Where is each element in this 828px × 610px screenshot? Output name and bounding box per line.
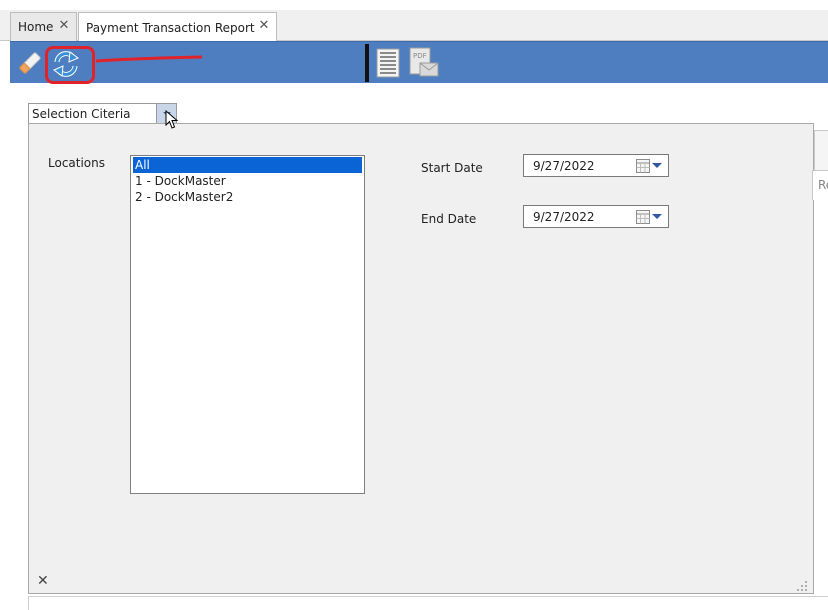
selection-criteria-dropdown[interactable]: Selection Citeria [28, 103, 177, 124]
eraser-icon[interactable] [16, 49, 44, 77]
annotation-highlight-box [45, 46, 95, 84]
tab-home-label: Home [18, 20, 54, 34]
svg-text:PDF: PDF [413, 52, 427, 60]
start-date-value: 9/27/2022 [533, 159, 595, 173]
side-button-label: Re [818, 178, 828, 192]
end-date-value: 9/27/2022 [533, 210, 595, 224]
list-item[interactable]: 1 - DockMaster [133, 173, 362, 189]
panel-close-icon[interactable]: ✕ [37, 573, 49, 589]
tab-report-close-icon[interactable]: ✕ [257, 19, 271, 33]
mouse-cursor-icon [165, 110, 179, 129]
side-panel-edge [814, 130, 828, 170]
tab-bar: Home ✕ Payment Transaction Report ✕ [0, 10, 828, 42]
report-icon[interactable] [376, 48, 400, 78]
locations-listbox[interactable]: All 1 - DockMaster 2 - DockMaster2 [130, 155, 365, 494]
locations-label: Locations [48, 156, 106, 170]
end-date-label: End Date [421, 212, 477, 226]
pdf-email-icon[interactable]: PDF [408, 47, 442, 79]
start-date-label: Start Date [421, 161, 483, 175]
list-item[interactable]: 2 - DockMaster2 [133, 189, 362, 205]
tab-home[interactable]: Home ✕ [10, 12, 77, 41]
end-date-dropdown-icon[interactable] [652, 214, 662, 219]
start-date-field[interactable]: 9/27/2022 [523, 154, 669, 177]
start-date-dropdown-icon[interactable] [652, 163, 662, 168]
calendar-icon[interactable] [636, 159, 650, 173]
selection-criteria-label: Selection Citeria [32, 107, 131, 121]
tab-report-label: Payment Transaction Report [86, 20, 255, 35]
end-date-field[interactable]: 9/27/2022 [523, 205, 669, 228]
calendar-icon[interactable] [636, 210, 650, 224]
resize-grip-icon[interactable] [796, 580, 808, 592]
tab-payment-transaction-report[interactable]: Payment Transaction Report ✕ [78, 12, 277, 42]
toolbar: PDF [10, 41, 828, 84]
tab-home-close-icon[interactable]: ✕ [57, 19, 71, 33]
side-button-partial[interactable]: Re [812, 170, 828, 200]
list-item[interactable]: All [133, 157, 362, 173]
annotation-line [96, 55, 203, 63]
bottom-area [28, 596, 828, 610]
toolbar-separator [365, 44, 369, 82]
